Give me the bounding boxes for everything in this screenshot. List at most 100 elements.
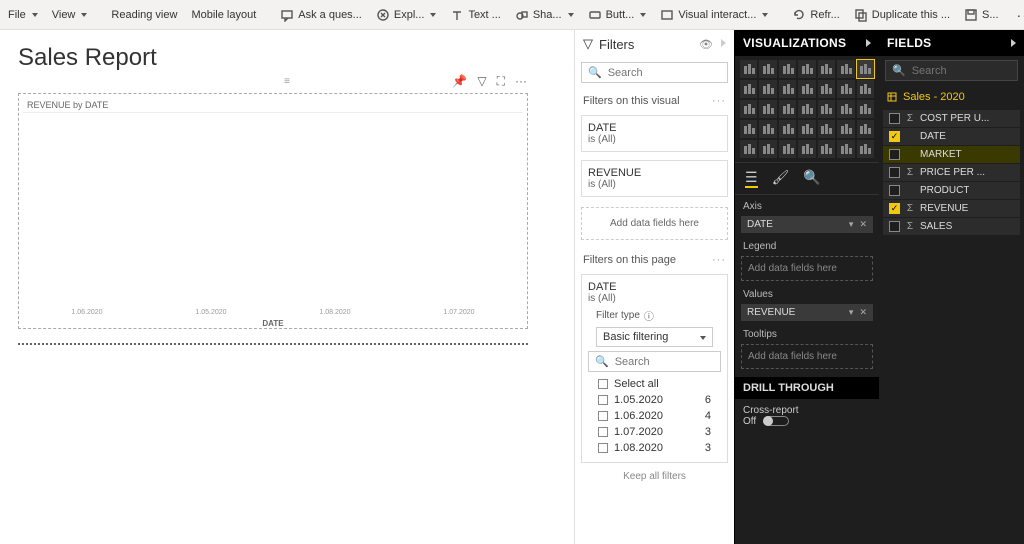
bar-chart-visual[interactable]: 📌 ▽ ⛶ ··· REVENUE by DATE 1.06.20201.05.… xyxy=(18,93,528,329)
cross-report-toggle[interactable] xyxy=(763,416,789,426)
ribbon-reading-view[interactable]: Reading view xyxy=(109,5,179,25)
viz-type-stacked-column[interactable] xyxy=(798,60,815,78)
tooltips-drop[interactable]: Add data fields here xyxy=(741,344,873,369)
viz-type-gauge[interactable] xyxy=(818,100,835,118)
filter-value-row[interactable]: 1.07.20203 xyxy=(588,424,721,440)
viz-type-map[interactable] xyxy=(837,100,854,118)
viz-type-slicer[interactable] xyxy=(818,120,835,138)
collapse-icon[interactable] xyxy=(721,38,726,51)
filter-card-page-date[interactable]: DATE is (All) Filter typeⓘ Basic filteri… xyxy=(581,274,728,463)
ribbon-text-box[interactable]: Text ... xyxy=(448,4,502,26)
field-row-product[interactable]: PRODUCT xyxy=(883,182,1020,199)
focus-icon[interactable]: ⛶ xyxy=(497,74,505,89)
collapse-icon[interactable] xyxy=(866,36,871,50)
filter-opt-select-all[interactable]: Select all xyxy=(588,376,721,392)
ribbon-file[interactable]: File xyxy=(6,5,40,25)
filter-value-row[interactable]: 1.06.20204 xyxy=(588,408,721,424)
visual-resize-line[interactable] xyxy=(18,343,528,345)
viz-type-table[interactable] xyxy=(837,120,854,138)
viz-type-stacked-bar[interactable] xyxy=(740,60,757,78)
viz-type-clustered-bar[interactable] xyxy=(759,60,776,78)
ribbon-duplicate[interactable]: Duplicate this ... xyxy=(852,4,952,26)
checkbox-icon[interactable] xyxy=(889,131,900,142)
checkbox-icon[interactable] xyxy=(889,203,900,214)
viz-type-arcgis[interactable] xyxy=(857,140,874,158)
pill-values-revenue[interactable]: REVENUE▾✕ xyxy=(741,304,873,321)
ribbon-shapes[interactable]: Sha... xyxy=(513,4,576,26)
remove-icon[interactable]: ✕ xyxy=(859,307,867,318)
viz-type-stacked-bar-100[interactable] xyxy=(779,60,796,78)
legend-drop[interactable]: Add data fields here xyxy=(741,256,873,281)
field-row-price-per-[interactable]: ΣPRICE PER ... xyxy=(883,164,1020,181)
filter-value-row[interactable]: 1.05.20206 xyxy=(588,392,721,408)
checkbox-icon[interactable] xyxy=(889,167,900,178)
viz-type-key-influencers[interactable] xyxy=(779,140,796,158)
eye-icon[interactable]: 👁 xyxy=(699,38,713,51)
viz-type-area[interactable] xyxy=(759,80,776,98)
filters-search-input[interactable] xyxy=(608,67,721,79)
fields-search[interactable]: 🔍 xyxy=(885,60,1018,81)
viz-type-stacked-column-100[interactable] xyxy=(837,60,854,78)
filters-search[interactable]: 🔍 xyxy=(581,62,728,83)
viz-type-qna[interactable] xyxy=(818,140,835,158)
sec-page-more-icon[interactable]: ··· xyxy=(712,254,726,266)
ribbon-save[interactable]: S... xyxy=(962,4,1001,26)
viz-type-column[interactable] xyxy=(857,60,874,78)
viz-type-line[interactable] xyxy=(740,80,757,98)
viz-type-card[interactable] xyxy=(759,120,776,138)
viz-type-stacked-area[interactable] xyxy=(779,80,796,98)
ribbon-overflow-icon[interactable]: ··· xyxy=(1011,7,1024,23)
info-icon[interactable]: ⓘ xyxy=(644,308,654,323)
viz-type-filled-map[interactable] xyxy=(857,100,874,118)
chevron-down-icon[interactable]: ▾ xyxy=(849,307,854,318)
viz-type-decomposition[interactable] xyxy=(798,140,815,158)
ribbon-ask-question[interactable]: Ask a ques... xyxy=(278,4,364,26)
checkbox-icon[interactable] xyxy=(889,113,900,124)
fields-search-input[interactable] xyxy=(912,65,1011,77)
filter-card-revenue[interactable]: REVENUE is (All) xyxy=(581,160,728,197)
viz-type-multi-card[interactable] xyxy=(779,120,796,138)
field-row-date[interactable]: DATE xyxy=(883,128,1020,145)
ribbon-refresh[interactable]: Refr... xyxy=(790,4,841,26)
viz-type-scatter[interactable] xyxy=(857,80,874,98)
fields-table[interactable]: Sales - 2020 xyxy=(879,85,1024,109)
sec-visual-more-icon[interactable]: ··· xyxy=(712,95,726,107)
filter-type-select[interactable]: Basic filtering xyxy=(596,327,713,347)
viz-type-waterfall[interactable] xyxy=(837,80,854,98)
chevron-down-icon[interactable]: ▾ xyxy=(849,219,854,230)
filter-card-date[interactable]: DATE is (All) xyxy=(581,115,728,152)
viz-type-python[interactable] xyxy=(759,140,776,158)
viz-type-funnel[interactable] xyxy=(740,100,757,118)
viz-type-shape-map[interactable] xyxy=(740,120,757,138)
field-row-revenue[interactable]: ΣREVENUE xyxy=(883,200,1020,217)
field-row-market[interactable]: MARKET xyxy=(883,146,1020,163)
viz-type-treemap[interactable] xyxy=(798,100,815,118)
viz-type-kpi[interactable] xyxy=(798,120,815,138)
field-row-cost-per-u-[interactable]: ΣCOST PER U... xyxy=(883,110,1020,127)
tab-fields-icon[interactable]: ☰ xyxy=(745,169,758,188)
ribbon-explore[interactable]: Expl... xyxy=(374,4,439,26)
more-icon[interactable]: ··· xyxy=(515,74,527,89)
pin-icon[interactable]: 📌 xyxy=(452,74,467,89)
viz-type-ribbon[interactable] xyxy=(818,80,835,98)
ribbon-view[interactable]: View xyxy=(50,5,90,25)
viz-type-clustered-column[interactable] xyxy=(818,60,835,78)
checkbox-icon[interactable] xyxy=(889,149,900,160)
filter-values-search-input[interactable] xyxy=(615,356,714,368)
viz-type-paginated[interactable] xyxy=(837,140,854,158)
viz-type-r[interactable] xyxy=(740,140,757,158)
filters-drop-area[interactable]: Add data fields here xyxy=(581,207,728,240)
field-row-sales[interactable]: ΣSALES xyxy=(883,218,1020,235)
ribbon-buttons[interactable]: Butt... xyxy=(586,4,649,26)
checkbox-icon[interactable] xyxy=(889,221,900,232)
tab-format-icon[interactable]: 🖌 xyxy=(772,169,790,188)
viz-type-donut[interactable] xyxy=(779,100,796,118)
filter-icon[interactable]: ▽ xyxy=(477,74,486,89)
ribbon-visual-interactions[interactable]: Visual interact... xyxy=(658,4,770,26)
report-canvas[interactable]: Sales Report ≡ 📌 ▽ ⛶ ··· REVENUE by DATE… xyxy=(0,30,574,544)
filter-values-search[interactable]: 🔍 xyxy=(588,351,721,372)
checkbox-icon[interactable] xyxy=(889,185,900,196)
viz-type-pie[interactable] xyxy=(759,100,776,118)
remove-icon[interactable]: ✕ xyxy=(859,219,867,230)
ribbon-mobile-layout[interactable]: Mobile layout xyxy=(189,5,258,25)
